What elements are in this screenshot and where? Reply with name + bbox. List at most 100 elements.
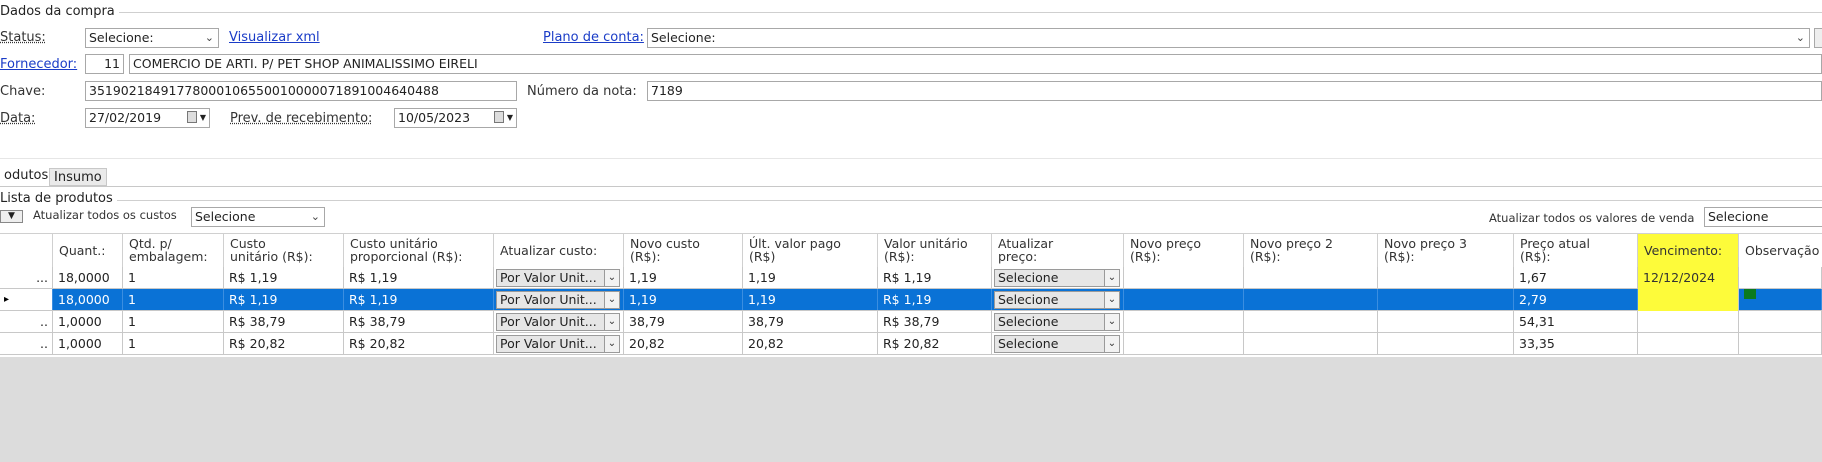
tab-insumo[interactable]: Insumo (49, 168, 107, 186)
cell-new-price[interactable] (1124, 333, 1244, 354)
update-all-sale-values-select[interactable]: Selecione (1704, 207, 1822, 227)
cell-update-price[interactable]: Selecione ⌄ (992, 311, 1124, 332)
cell-quantity[interactable]: 18,0000 (53, 289, 123, 310)
cell-indicator[interactable]: ... (0, 267, 53, 288)
supplier-code-field[interactable]: 11 (85, 54, 124, 74)
view-xml-link[interactable]: Visualizar xml (229, 30, 320, 45)
account-plan-select[interactable]: Selecione: ⌄ (647, 28, 1810, 48)
cell-due-date[interactable] (1638, 289, 1739, 310)
cell-quantity[interactable]: 1,0000 (53, 311, 123, 332)
update-cost-select[interactable]: Por Valor Unit... ⌄ (496, 291, 620, 309)
cell-new-price-3[interactable] (1378, 267, 1514, 288)
cell-pack-qty[interactable]: 1 (123, 311, 224, 332)
cell-update-price[interactable]: Selecione ⌄ (992, 267, 1124, 288)
chevron-down-icon[interactable]: ⌄ (604, 292, 619, 308)
cell-last-paid[interactable]: 38,79 (743, 311, 878, 332)
key-field[interactable]: 3519021849177800010655001000007189100464… (85, 81, 517, 101)
header-unit-cost[interactable]: Custo unitário (R$): (224, 234, 344, 267)
supplier-name-field[interactable]: COMERCIO DE ARTI. P/ PET SHOP ANIMALISSI… (129, 54, 1822, 74)
cell-new-cost[interactable]: 1,19 (624, 267, 743, 288)
chevron-down-icon[interactable]: ⌄ (604, 336, 619, 352)
calendar-icon[interactable] (187, 111, 197, 123)
cell-new-cost[interactable]: 38,79 (624, 311, 743, 332)
header-update-price[interactable]: Atualizar preço: (992, 234, 1124, 267)
cell-update-price[interactable]: Selecione ⌄ (992, 289, 1124, 310)
cell-current-price[interactable]: 33,35 (1514, 333, 1638, 354)
chevron-down-icon[interactable]: ⌄ (1104, 270, 1119, 286)
header-unit-value[interactable]: Valor unitário (R$): (878, 234, 992, 267)
update-price-select[interactable]: Selecione ⌄ (994, 291, 1120, 309)
header-update-cost[interactable]: Atualizar custo: (494, 234, 624, 267)
cell-observation[interactable] (1739, 311, 1822, 332)
cell-unit-cost[interactable]: R$ 1,19 (224, 289, 344, 310)
cell-current-price[interactable]: 1,67 (1514, 267, 1638, 288)
cell-unit-cost[interactable]: R$ 38,79 (224, 311, 344, 332)
update-cost-select[interactable]: Por Valor Unit... ⌄ (496, 335, 620, 353)
cell-new-price-3[interactable] (1378, 311, 1514, 332)
table-row[interactable]: ... 18,0000 1 R$ 1,19 R$ 1,19 Por Valor Unit.… (0, 267, 1822, 289)
header-new-price[interactable]: Novo preço (R$): (1124, 234, 1244, 267)
header-pack-qty[interactable]: Qtd. p/embalagem: (123, 234, 224, 267)
cell-indicator[interactable]: .. (0, 333, 53, 354)
cell-current-price[interactable]: 2,79 (1514, 289, 1638, 310)
cell-new-cost[interactable]: 20,82 (624, 333, 743, 354)
cell-new-price-3[interactable] (1378, 333, 1514, 354)
cell-due-date[interactable] (1638, 333, 1739, 354)
cell-pack-qty[interactable]: 1 (123, 267, 224, 288)
chevron-down-icon[interactable]: ⌄ (1104, 292, 1119, 308)
cell-update-cost[interactable]: Por Valor Unit... ⌄ (494, 289, 624, 310)
header-proportional-cost[interactable]: Custo unitário proporcional (R$): (344, 234, 494, 267)
cell-observation[interactable] (1739, 333, 1822, 354)
cell-new-price[interactable] (1124, 289, 1244, 310)
table-row-selected[interactable]: ▸... 18,0000 1 R$ 1,19 R$ 1,19 Por Valor Unit… (0, 289, 1822, 311)
table-row[interactable]: .. 1,0000 1 R$ 20,82 R$ 20,82 Por Valor Unit.… (0, 333, 1822, 355)
cell-indicator[interactable]: .. (0, 311, 53, 332)
update-price-select[interactable]: Selecione ⌄ (994, 269, 1120, 287)
cell-pack-qty[interactable]: 1 (123, 289, 224, 310)
account-plan-label[interactable]: Plano de conta: (543, 30, 644, 45)
cell-update-cost[interactable]: Por Valor Unit... ⌄ (494, 267, 624, 288)
chevron-down-icon[interactable]: ⌄ (604, 270, 619, 286)
invoice-number-field[interactable]: 7189 (647, 81, 1822, 101)
status-select[interactable]: Selecione: ⌄ (85, 28, 219, 48)
cell-due-date[interactable] (1638, 311, 1739, 332)
cell-indicator[interactable]: ▸... (0, 289, 53, 310)
update-price-select[interactable]: Selecione ⌄ (994, 313, 1120, 331)
cell-new-cost[interactable]: 1,19 (624, 289, 743, 310)
cell-proportional-cost[interactable]: R$ 20,82 (344, 333, 494, 354)
table-row[interactable]: .. 1,0000 1 R$ 38,79 R$ 38,79 Por Valor Unit.… (0, 311, 1822, 333)
cell-proportional-cost[interactable]: R$ 1,19 (344, 267, 494, 288)
cell-new-price-2[interactable] (1244, 289, 1378, 310)
cell-observation[interactable] (1739, 267, 1822, 288)
tab-produtos[interactable]: odutos (0, 167, 53, 185)
update-price-select[interactable]: Selecione ⌄ (994, 335, 1120, 353)
cell-due-date[interactable]: 12/12/2024 (1638, 267, 1739, 288)
cell-unit-value[interactable]: R$ 1,19 (878, 267, 992, 288)
cell-new-price-2[interactable] (1244, 267, 1378, 288)
update-all-costs-select[interactable]: Selecione ⌄ (191, 207, 325, 227)
account-plan-extra-button[interactable] (1814, 28, 1822, 48)
cell-new-price[interactable] (1124, 311, 1244, 332)
date-field[interactable]: 27/02/2019 ▼ (85, 108, 210, 128)
cell-observation[interactable] (1739, 289, 1822, 310)
cell-quantity[interactable]: 18,0000 (53, 267, 123, 288)
cell-update-price[interactable]: Selecione ⌄ (992, 333, 1124, 354)
calendar-icon[interactable] (494, 111, 504, 123)
header-new-cost[interactable]: Novo custo (R$): (624, 234, 743, 267)
cell-quantity[interactable]: 1,0000 (53, 333, 123, 354)
cell-update-cost[interactable]: Por Valor Unit... ⌄ (494, 333, 624, 354)
header-current-price[interactable]: Preço atual (R$): (1514, 234, 1638, 267)
chevron-down-icon[interactable]: ⌄ (1104, 336, 1119, 352)
header-quantity[interactable]: Quant.: (53, 234, 123, 267)
cell-new-price-2[interactable] (1244, 311, 1378, 332)
cell-proportional-cost[interactable]: R$ 1,19 (344, 289, 494, 310)
header-last-paid[interactable]: Últ. valor pago (R$) (743, 234, 878, 267)
cell-unit-value[interactable]: R$ 1,19 (878, 289, 992, 310)
cell-new-price[interactable] (1124, 267, 1244, 288)
cell-last-paid[interactable]: 20,82 (743, 333, 878, 354)
chevron-down-icon[interactable]: ⌄ (1104, 314, 1119, 330)
cell-proportional-cost[interactable]: R$ 38,79 (344, 311, 494, 332)
cell-last-paid[interactable]: 1,19 (743, 267, 878, 288)
cell-unit-value[interactable]: R$ 38,79 (878, 311, 992, 332)
header-new-price-2[interactable]: Novo preço 2 (R$): (1244, 234, 1378, 267)
